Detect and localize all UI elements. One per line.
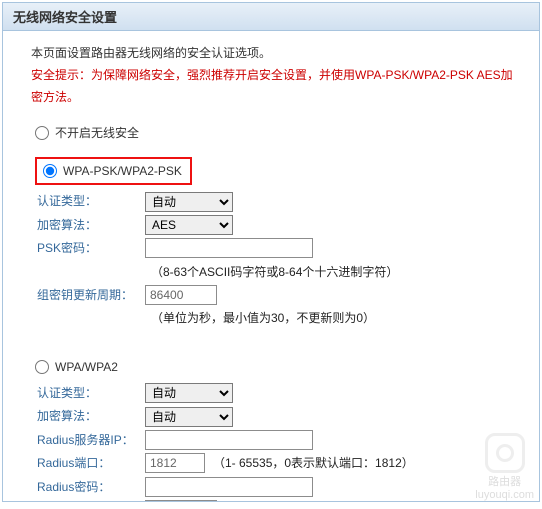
wpa-auth-label: 认证类型： (37, 383, 145, 403)
radius-ip-input[interactable] (145, 430, 313, 450)
psk-rekey-label: 组密钥更新周期： (37, 285, 145, 305)
radio-wpa[interactable] (35, 360, 49, 374)
psk-pwd-hint: （8-63个ASCII码字符或8-64个十六进制字符） (151, 262, 519, 282)
radio-wpapsk-label: WPA-PSK/WPA2-PSK (63, 161, 182, 181)
radius-pwd-label: Radius密码： (37, 477, 145, 497)
radius-port-hint: （1- 65535，0表示默认端口：1812） (213, 453, 414, 473)
radius-pwd-input[interactable] (145, 477, 313, 497)
psk-enc-label: 加密算法： (37, 215, 145, 235)
radius-port-input[interactable] (145, 453, 205, 473)
panel-title: 无线网络安全设置 (3, 3, 539, 31)
wpa-rekey-label: 组密钥更新周期： (37, 500, 145, 502)
psk-auth-select[interactable]: 自动 (145, 192, 233, 212)
wpa-rekey-input[interactable] (145, 500, 217, 502)
security-warning: 安全提示：为保障网络安全，强烈推荐开启安全设置，并使用WPA-PSK/WPA2-… (31, 65, 519, 108)
psk-pwd-input[interactable] (145, 238, 313, 258)
panel-body: 本页面设置路由器无线网络的安全认证选项。 安全提示：为保障网络安全，强烈推荐开启… (3, 31, 539, 502)
radius-ip-label: Radius服务器IP： (37, 430, 145, 450)
option-disable-row: 不开启无线安全 (35, 123, 519, 143)
wpapsk-form: 认证类型： 自动 加密算法： AES PSK密码： （8-63个ASCII码字符… (37, 191, 519, 328)
radio-disable[interactable] (35, 126, 49, 140)
highlight-box: WPA-PSK/WPA2-PSK (35, 157, 192, 185)
psk-pwd-label: PSK密码： (37, 238, 145, 258)
intro-text: 本页面设置路由器无线网络的安全认证选项。 (31, 43, 519, 63)
psk-rekey-input[interactable] (145, 285, 217, 305)
settings-panel: 无线网络安全设置 本页面设置路由器无线网络的安全认证选项。 安全提示：为保障网络… (2, 2, 540, 502)
option-wpapsk-row: WPA-PSK/WPA2-PSK (35, 157, 519, 185)
psk-rekey-hint: （单位为秒，最小值为30，不更新则为0） (151, 308, 519, 328)
wpa-enc-select[interactable]: 自动 (145, 407, 233, 427)
radio-wpa-label: WPA/WPA2 (55, 357, 118, 377)
wpa-enc-label: 加密算法： (37, 406, 145, 426)
psk-auth-label: 认证类型： (37, 191, 145, 211)
radio-disable-label: 不开启无线安全 (55, 123, 139, 143)
wpa-auth-select[interactable]: 自动 (145, 383, 233, 403)
psk-enc-select[interactable]: AES (145, 215, 233, 235)
radius-port-label: Radius端口： (37, 453, 145, 473)
option-wpa-row: WPA/WPA2 (35, 357, 519, 377)
radio-wpapsk[interactable] (43, 164, 57, 178)
wpa-form: 认证类型： 自动 加密算法： 自动 Radius服务器IP： Radius端口：… (37, 383, 519, 502)
